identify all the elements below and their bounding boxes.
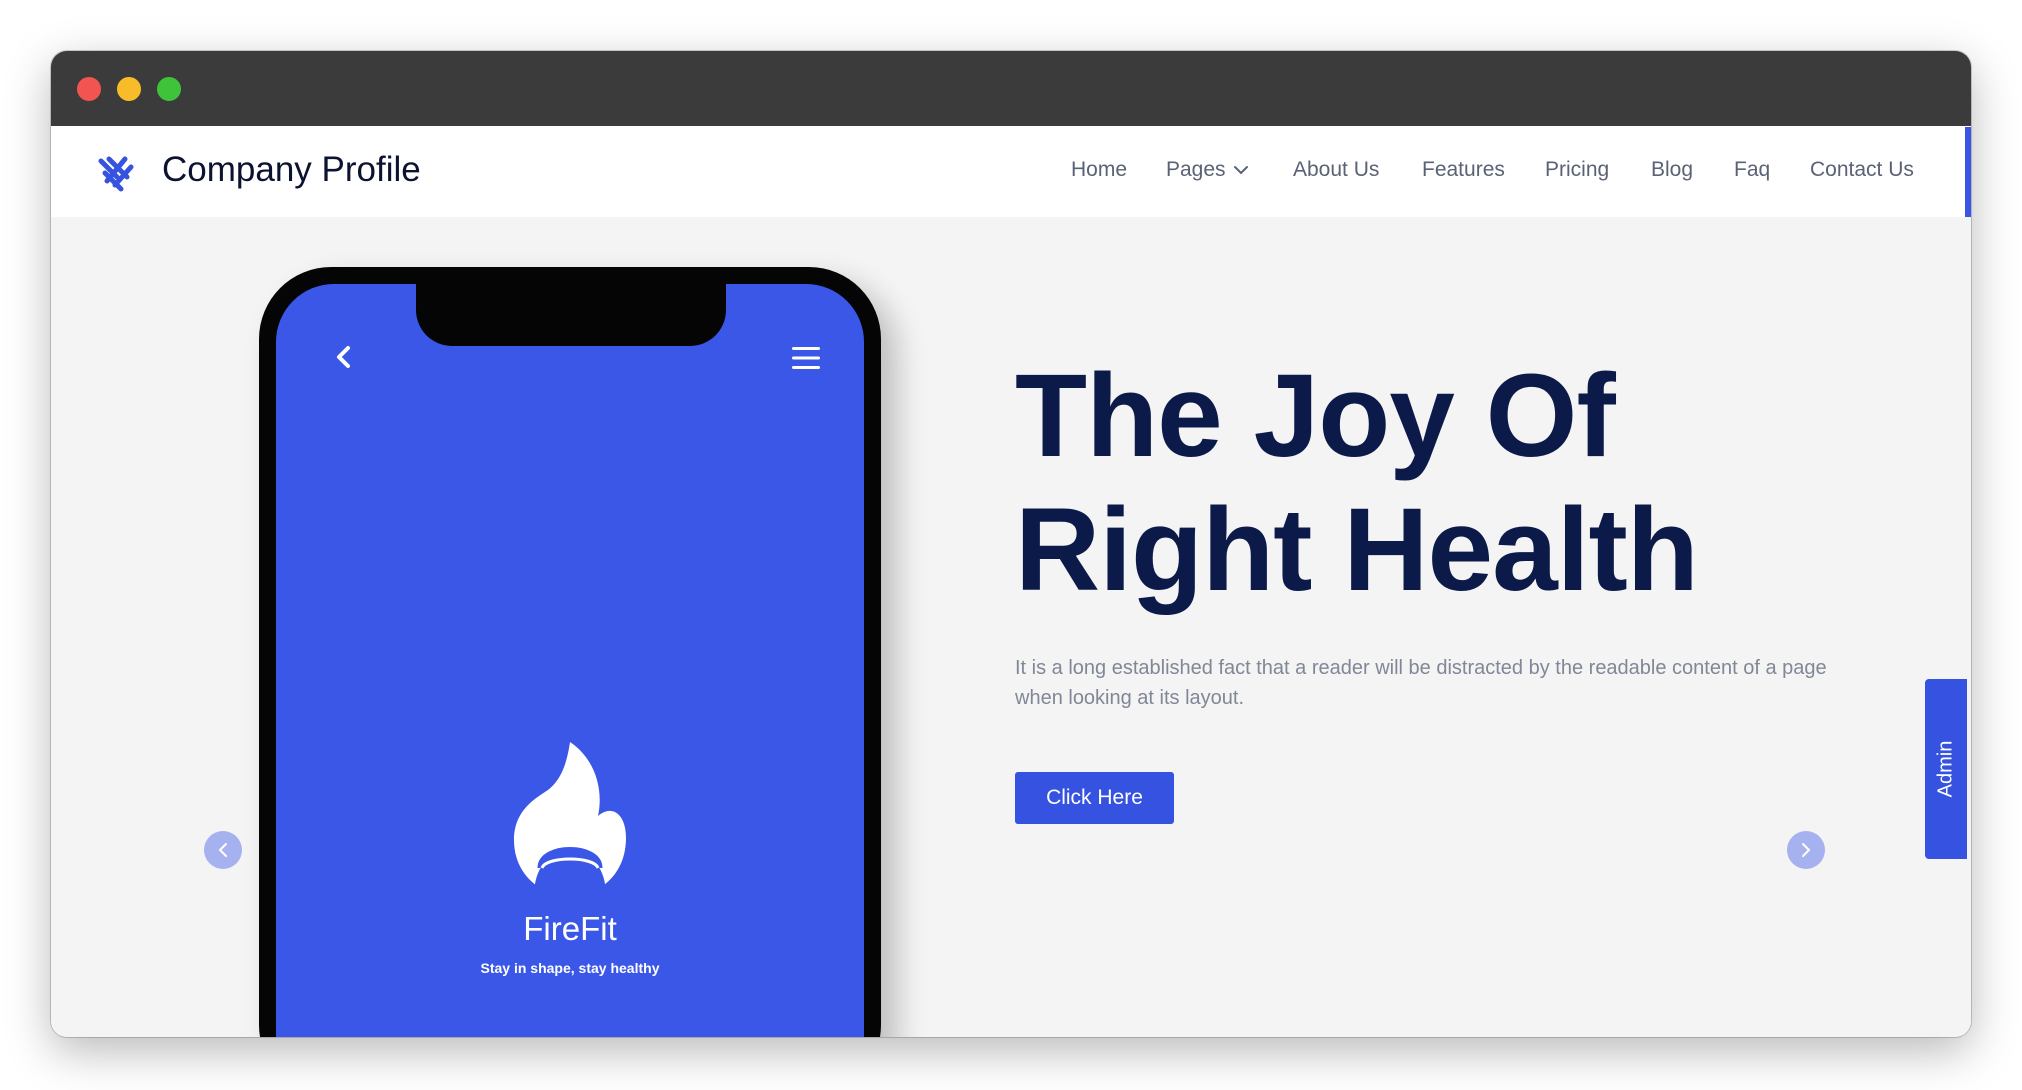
click-here-button[interactable]: Click Here bbox=[1015, 772, 1174, 824]
minimize-window-button[interactable] bbox=[117, 77, 141, 101]
app-name: FireFit bbox=[523, 910, 617, 947]
chevron-left-icon bbox=[218, 843, 227, 857]
hero-title-line-1: The Joy Of bbox=[1015, 350, 1616, 482]
nav-about-us[interactable]: About Us bbox=[1293, 158, 1379, 182]
browser-window: Company Profile Home Pages About Us Feat… bbox=[51, 51, 1971, 1037]
nav-features[interactable]: Features bbox=[1422, 158, 1505, 182]
phone-notch bbox=[416, 284, 726, 346]
menu-icon[interactable] bbox=[790, 344, 822, 372]
flame-kettlebell-icon bbox=[514, 742, 626, 896]
title-bar bbox=[51, 51, 1971, 126]
nav-pages[interactable]: Pages bbox=[1166, 158, 1226, 182]
back-icon[interactable] bbox=[332, 344, 358, 370]
app-tagline: Stay in shape, stay healthy bbox=[480, 960, 660, 976]
phone-screen: FireFit Stay in shape, stay healthy bbox=[276, 284, 864, 1037]
hero-description: It is a long established fact that a rea… bbox=[1015, 657, 1827, 709]
brand-name[interactable]: Company Profile bbox=[162, 150, 421, 190]
logo-mark-icon[interactable] bbox=[95, 151, 137, 193]
nav-pricing[interactable]: Pricing bbox=[1545, 158, 1609, 182]
carousel-next-button[interactable] bbox=[1787, 831, 1825, 869]
zoom-window-button[interactable] bbox=[157, 77, 181, 101]
nav-home[interactable]: Home bbox=[1071, 158, 1127, 182]
admin-tab-label: Admin bbox=[1934, 740, 1957, 798]
phone-mockup: FireFit Stay in shape, stay healthy bbox=[259, 267, 881, 1037]
navbar: Company Profile Home Pages About Us Feat… bbox=[51, 126, 1971, 217]
nav-contact-us[interactable]: Contact Us bbox=[1810, 158, 1914, 182]
chevron-right-icon bbox=[1802, 843, 1811, 857]
hero-title: The Joy Of Right Health bbox=[1015, 349, 1775, 617]
admin-tab[interactable]: Admin bbox=[1925, 679, 1967, 859]
hero-title-line-2: Right Health bbox=[1015, 484, 1699, 616]
close-window-button[interactable] bbox=[77, 77, 101, 101]
hero-section: FireFit Stay in shape, stay healthy The … bbox=[51, 217, 1971, 1037]
nav-blog[interactable]: Blog bbox=[1651, 158, 1693, 182]
carousel-prev-button[interactable] bbox=[204, 831, 242, 869]
chevron-down-icon[interactable] bbox=[1233, 164, 1249, 176]
nav-faq[interactable]: Faq bbox=[1734, 158, 1770, 182]
